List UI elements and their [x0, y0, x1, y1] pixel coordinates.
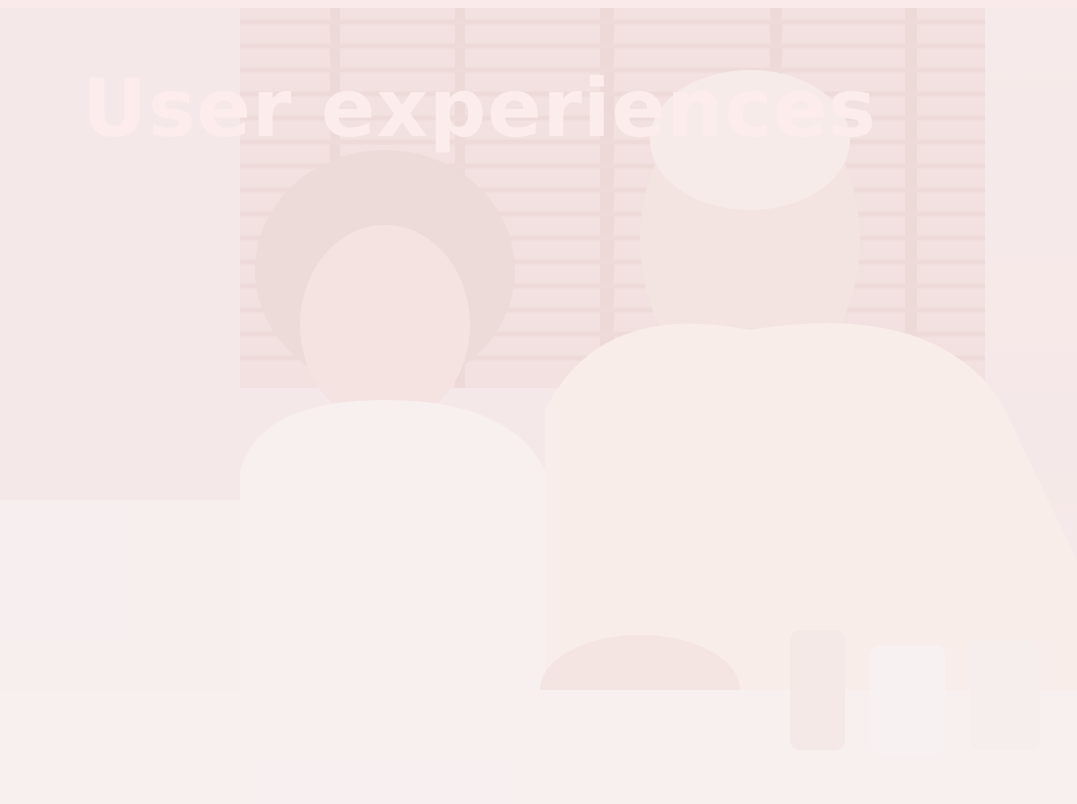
- hero-title: User experiences: [82, 62, 877, 155]
- hero-banner: User experiences: [0, 0, 1077, 804]
